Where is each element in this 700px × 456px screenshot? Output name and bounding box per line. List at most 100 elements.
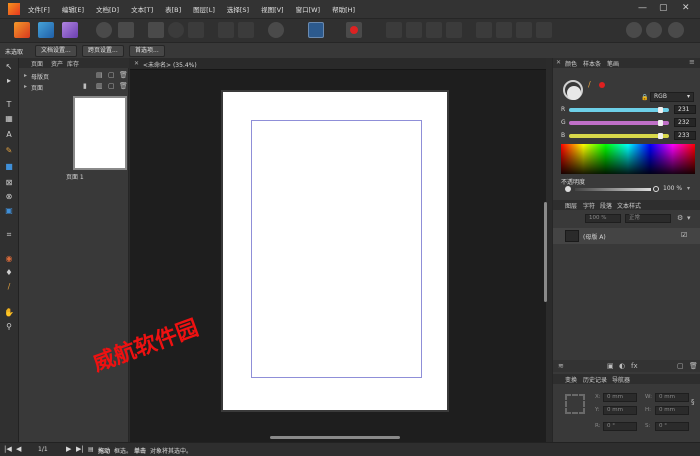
tab-character[interactable]: 字符 — [583, 201, 595, 210]
tab-text-styles[interactable]: 文本样式 — [617, 201, 641, 210]
rotation-field[interactable]: 0 ° — [603, 422, 637, 431]
blend-mode-select[interactable]: 正常 — [625, 214, 671, 223]
menu-layer[interactable]: 图层[L] — [193, 4, 215, 14]
tab-color[interactable]: 颜色 — [565, 59, 577, 68]
pen-tool-icon[interactable]: ✎ — [4, 146, 14, 156]
slider-knob[interactable] — [658, 120, 663, 126]
tab-navigator[interactable]: 导航器 — [612, 375, 630, 384]
menu-text[interactable]: 文本[T] — [131, 4, 153, 14]
tab-paragraph[interactable]: 段落 — [600, 201, 612, 210]
page-add-icon[interactable]: ▢ — [108, 82, 115, 90]
red-slider[interactable] — [569, 107, 669, 113]
shape-icon[interactable] — [118, 22, 134, 38]
document-setup-button[interactable]: 文档设置... — [35, 45, 77, 57]
menu-view[interactable]: 视图[V] — [261, 4, 284, 14]
page-thumbnail[interactable] — [73, 96, 127, 170]
zoom-tool-icon[interactable]: ⚲ — [4, 322, 14, 332]
chat-icon[interactable] — [626, 22, 642, 38]
anchor-point-selector[interactable] — [565, 394, 585, 414]
layer-visible-checkbox[interactable]: ☑ — [681, 231, 687, 239]
artistic-text-tool-icon[interactable]: A — [4, 130, 14, 140]
masters-expand-icon[interactable]: ▸ — [24, 72, 27, 79]
master-add-icon[interactable]: ▢ — [108, 71, 115, 79]
preferences-button[interactable]: 首选项... — [129, 45, 165, 57]
master-delete-icon[interactable]: 🗑 — [119, 71, 128, 79]
slider-knob[interactable] — [657, 107, 663, 113]
last-page-icon[interactable]: ▶| — [76, 445, 84, 453]
snapping-magnet-icon[interactable] — [346, 22, 362, 38]
tab-transform[interactable]: 变换 — [565, 375, 577, 384]
document-page[interactable] — [223, 92, 447, 410]
tab-pages[interactable]: 页面 — [31, 59, 43, 68]
menu-document[interactable]: 文档[D] — [96, 4, 119, 14]
align-icon[interactable] — [188, 22, 204, 38]
document-tab-close-icon[interactable]: ✕ — [134, 60, 139, 67]
menu-help[interactable]: 帮助[H] — [332, 4, 355, 14]
arrange-forward-icon[interactable] — [218, 22, 234, 38]
page-options-icon[interactable]: ▮ — [83, 82, 87, 90]
menu-file[interactable]: 文件[F] — [28, 4, 50, 14]
add-layer-icon[interactable]: ▢ — [677, 362, 684, 370]
table-tool-icon[interactable]: ▦ — [4, 114, 14, 124]
circle-icon[interactable] — [168, 22, 184, 38]
link-dimensions-icon[interactable]: § — [691, 398, 695, 406]
panel-menu-icon[interactable]: ≡ — [689, 58, 695, 66]
red-value-field[interactable]: 231 — [674, 105, 696, 114]
color-model-select[interactable]: RGB ▾ — [650, 92, 694, 102]
opacity-value[interactable]: 100 % — [663, 185, 682, 192]
delete-layer-icon[interactable]: 🗑 — [689, 362, 698, 370]
crop-tool-icon[interactable]: ⌗ — [4, 230, 14, 240]
h-field[interactable]: 0 mm — [655, 406, 689, 415]
move-tool-icon[interactable]: ↖ — [4, 62, 14, 72]
rotate-icon[interactable] — [476, 22, 492, 38]
picture-frame-tool-icon[interactable]: ▣ — [4, 206, 14, 216]
text-frame-tool-icon[interactable]: T — [4, 100, 14, 110]
layers-stack-icon[interactable]: ≋ — [558, 362, 564, 370]
color-spectrum[interactable] — [561, 144, 695, 174]
first-page-icon[interactable]: |◀ — [4, 445, 12, 453]
boolean-icon[interactable] — [516, 22, 532, 38]
minimize-button[interactable]: — — [638, 3, 647, 13]
color-picker-icon[interactable]: / — [588, 80, 591, 89]
combine-icon[interactable] — [536, 22, 552, 38]
studio-icon[interactable] — [646, 22, 662, 38]
geometry-icon[interactable] — [496, 22, 512, 38]
page-indicator[interactable]: 1/1 — [38, 446, 48, 453]
eyedropper-tool-icon[interactable]: / — [4, 282, 14, 292]
adjustment-icon[interactable]: ◐ — [619, 362, 625, 370]
node-tool-icon[interactable]: ▸ — [4, 76, 14, 86]
insert-icon[interactable] — [406, 22, 422, 38]
document-canvas[interactable]: ✕ <未命名> (35.4%) 威航软件园 — [90, 58, 547, 442]
y-field[interactable]: 0 mm — [603, 406, 637, 415]
frame-icon[interactable] — [148, 22, 164, 38]
panel-close-icon[interactable]: ✕ — [556, 59, 561, 66]
help-icon[interactable] — [668, 22, 684, 38]
designer-persona-icon[interactable] — [38, 22, 54, 38]
menu-select[interactable]: 选择[S] — [227, 4, 249, 14]
publisher-persona-icon[interactable] — [14, 22, 30, 38]
maximize-button[interactable]: ▢ — [659, 3, 668, 13]
blue-value-field[interactable]: 233 — [674, 131, 696, 140]
tab-history[interactable]: 历史记录 — [583, 375, 607, 384]
fill-tool-icon[interactable]: ♦ — [4, 268, 14, 278]
tab-swatches[interactable]: 样本条 — [583, 59, 601, 68]
tab-assets[interactable]: 资产 — [51, 59, 63, 68]
x-field[interactable]: 0 mm — [603, 393, 637, 402]
layer-row[interactable]: (母版 A) ☑ — [553, 228, 700, 244]
settings-icon[interactable] — [96, 22, 112, 38]
layer-opacity-field[interactable]: 100 % — [585, 214, 621, 223]
layer-settings-icon[interactable]: ⚙ — [677, 214, 683, 222]
fill-color-well[interactable] — [567, 86, 581, 100]
next-page-icon[interactable]: ▶ — [66, 445, 71, 453]
no-color-icon[interactable] — [599, 82, 605, 88]
rectangle-tool-icon[interactable]: ■ — [4, 162, 14, 172]
spread-setup-button[interactable]: 跨页设置... — [82, 45, 124, 57]
menu-edit[interactable]: 编辑[E] — [62, 4, 84, 14]
horizontal-scrollbar[interactable] — [270, 436, 400, 439]
menu-table[interactable]: 表[B] — [165, 4, 181, 14]
arrange-back-icon[interactable] — [238, 22, 254, 38]
document-tab[interactable]: ✕ <未命名> (35.4%) — [130, 58, 546, 70]
mask-icon[interactable]: ▣ — [607, 362, 614, 370]
page-spread-icon[interactable]: ▥ — [96, 82, 103, 90]
chevron-down-icon[interactable]: ▾ — [687, 185, 690, 192]
